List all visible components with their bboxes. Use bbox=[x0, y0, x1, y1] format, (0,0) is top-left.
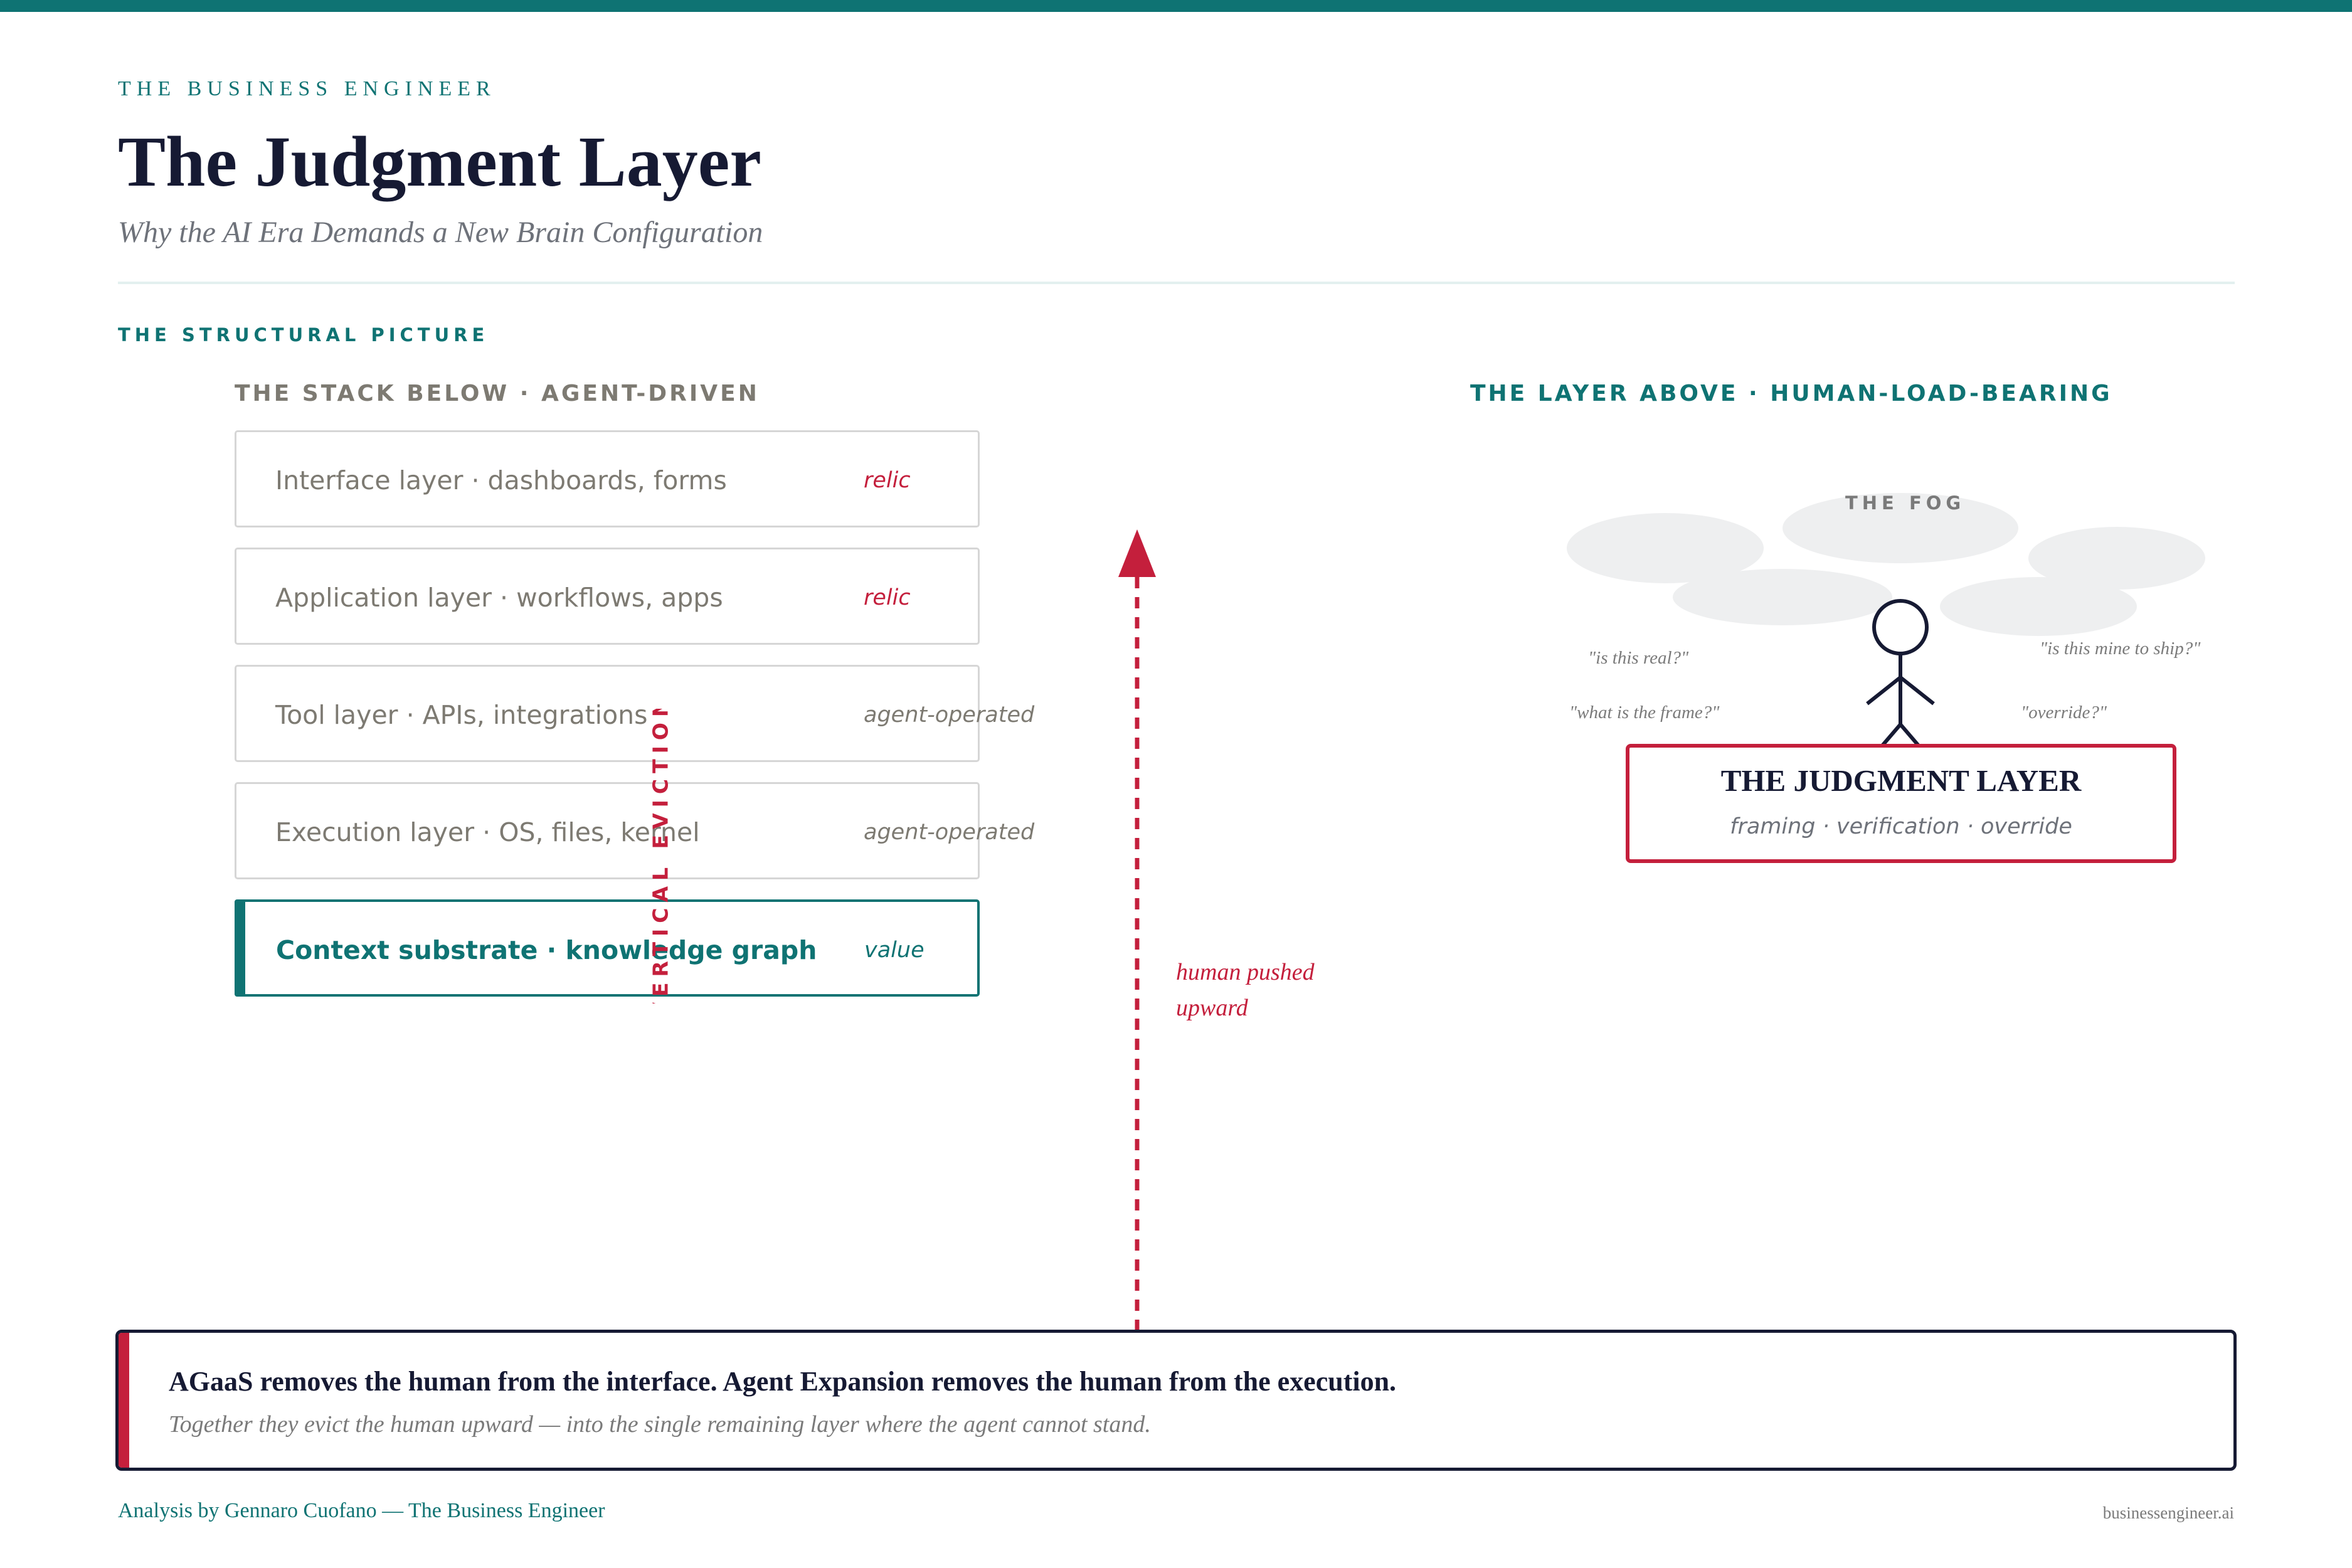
judgment-layer-title: THE JUDGMENT LAYER bbox=[1720, 763, 2082, 798]
fog-question: "is this real?" bbox=[1588, 648, 1689, 668]
layer-name: Context substrate · knowledge graph bbox=[276, 935, 817, 965]
layer-context-substrate: Context substrate · knowledge graph valu… bbox=[235, 899, 980, 997]
layer-tag: agent-operated bbox=[864, 702, 1035, 728]
judgment-layer-subtitle: framing · verification · override bbox=[1730, 814, 2072, 839]
vertical-eviction-text: VERTICAL EVICTION bbox=[649, 709, 673, 1004]
callout-sub-text: Together they evict the human upward — i… bbox=[169, 1411, 1151, 1438]
fog-ellipse bbox=[1940, 577, 2137, 636]
arrow-label: human pushed upward bbox=[1176, 955, 1315, 1026]
stack-below-heading: THE STACK BELOW · AGENT-DRIVEN bbox=[235, 381, 760, 406]
layer-execution: Execution layer · OS, files, kernel agen… bbox=[235, 782, 1034, 879]
arrow-label-line1: human pushed bbox=[1176, 959, 1315, 985]
layer-tag: relic bbox=[864, 585, 911, 610]
footer-attribution: Analysis by Gennaro Cuofano — The Busine… bbox=[118, 1499, 605, 1522]
layer-name: Tool layer · APIs, integrations bbox=[275, 700, 648, 730]
arrow-label-line2: upward bbox=[1176, 995, 1248, 1021]
stick-figure-icon bbox=[1866, 599, 1935, 748]
page-subtitle: Why the AI Era Demands a New Brain Confi… bbox=[118, 216, 763, 249]
eviction-arrow bbox=[1118, 529, 1156, 1330]
layer-application: Application layer · workflows, apps reli… bbox=[235, 548, 980, 645]
section-label: THE STRUCTURAL PICTURE bbox=[118, 324, 489, 346]
layer-above-heading: THE LAYER ABOVE · HUMAN-LOAD-BEARING bbox=[1470, 381, 2112, 406]
layer-name: Execution layer · OS, files, kernel bbox=[275, 817, 700, 847]
layer-tag: value bbox=[864, 938, 924, 963]
layer-tag: relic bbox=[864, 468, 911, 493]
callout-main-text: AGaaS removes the human from the interfa… bbox=[169, 1366, 1397, 1397]
layer-name: Interface layer · dashboards, forms bbox=[275, 465, 727, 495]
brand-label: THE BUSINESS ENGINEER bbox=[118, 77, 496, 100]
fog-question: "is this mine to ship?" bbox=[2040, 638, 2201, 659]
header-divider bbox=[118, 282, 2235, 284]
vertical-eviction-label: VERTICAL EVICTION bbox=[649, 709, 673, 1004]
layer-tool: Tool layer · APIs, integrations agent-op… bbox=[235, 665, 1034, 762]
footer-domain: businessengineer.ai bbox=[2102, 1503, 2234, 1522]
fog-label: THE FOG bbox=[1845, 492, 1966, 514]
layer-interface: Interface layer · dashboards, forms reli… bbox=[235, 430, 980, 527]
fog-question: "what is the frame?" bbox=[1569, 702, 1720, 723]
layer-tag: agent-operated bbox=[864, 820, 1035, 845]
arrow-up-icon bbox=[1118, 529, 1156, 577]
judgment-layer-box: THE JUDGMENT LAYER framing · verificatio… bbox=[1626, 744, 2176, 863]
top-accent-bar bbox=[0, 0, 2352, 12]
layer-name: Application layer · workflows, apps bbox=[275, 583, 723, 613]
fog-question: "override?" bbox=[2021, 702, 2107, 723]
page-title: The Judgment Layer bbox=[118, 122, 761, 201]
summary-callout: AGaaS removes the human from the interfa… bbox=[115, 1330, 2237, 1471]
